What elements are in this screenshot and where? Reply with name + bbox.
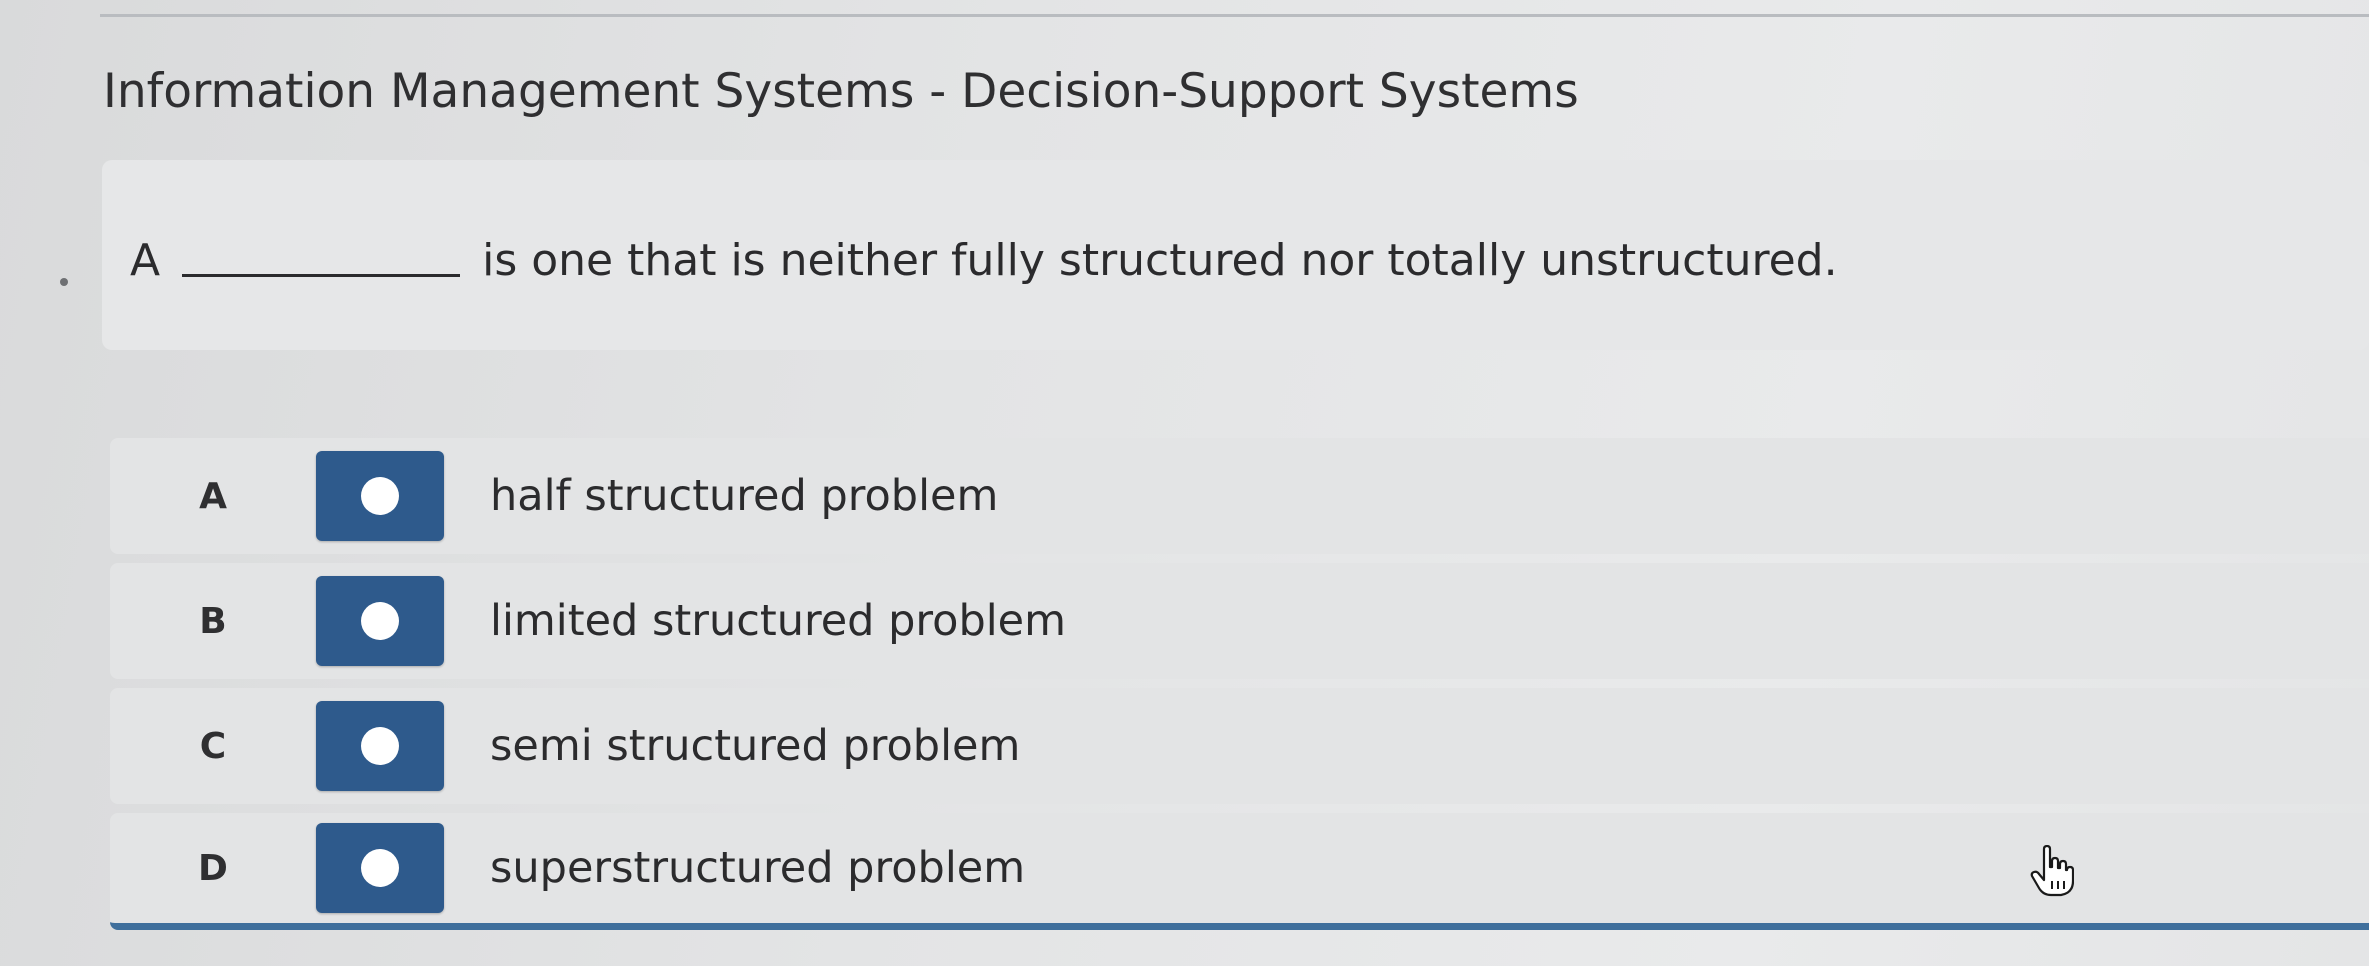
question-prompt: A is one that is neither fully structure… [130, 226, 1838, 296]
answer-blank [182, 226, 461, 277]
option-letter: D [198, 847, 228, 889]
option-text: half structured problem [490, 471, 999, 521]
option-text: semi structured problem [490, 721, 1021, 771]
option-letter: A [199, 475, 227, 517]
option-letter: C [199, 725, 227, 767]
radio-dot-icon [361, 849, 399, 887]
option-b[interactable]: B limited structured problem [110, 563, 2369, 679]
radio-button-b[interactable] [316, 576, 444, 666]
radio-dot-icon [361, 727, 399, 765]
question-suffix: is one that is neither fully structured … [482, 235, 1838, 286]
radio-button-c[interactable] [316, 701, 444, 791]
option-c[interactable]: C semi structured problem [110, 688, 2369, 804]
hand-pointer-icon [2030, 845, 2074, 897]
radio-dot-icon [361, 477, 399, 515]
option-a[interactable]: A half structured problem [110, 438, 2369, 554]
question-prefix: A [130, 235, 161, 286]
option-letter: B [199, 600, 227, 642]
radio-button-d[interactable] [316, 823, 444, 913]
option-text: limited structured problem [490, 596, 1067, 646]
radio-button-a[interactable] [316, 451, 444, 541]
option-text: superstructured problem [490, 843, 1026, 893]
radio-dot-icon [361, 602, 399, 640]
bullet-mark [60, 278, 68, 286]
page-title: Information Management Systems - Decisio… [103, 64, 1579, 119]
top-divider [100, 14, 2369, 17]
